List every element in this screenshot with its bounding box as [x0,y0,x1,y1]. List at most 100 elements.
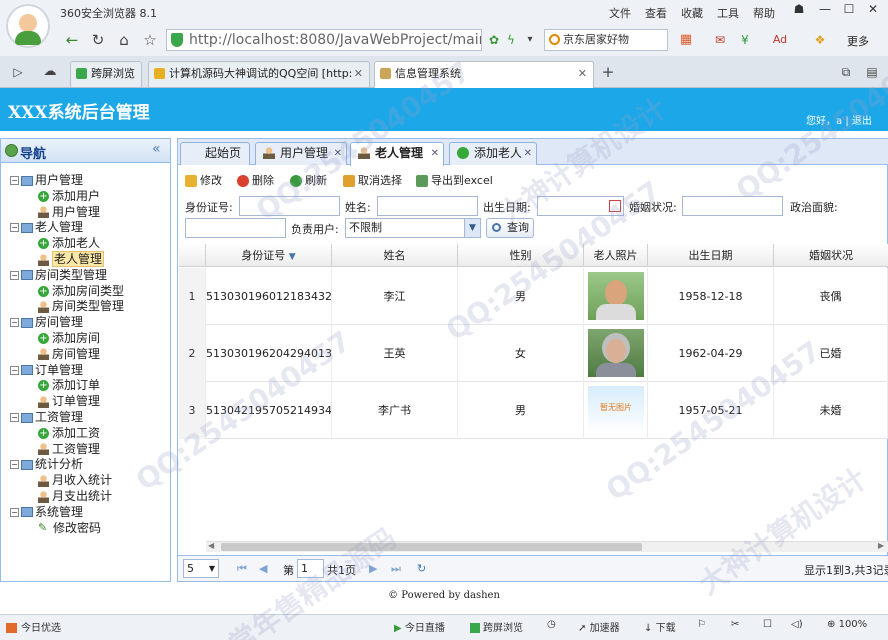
politics-input[interactable] [185,218,286,238]
browser-tab-active[interactable]: 信息管理系统 ✕ [374,61,594,88]
logout-link[interactable]: 退出 [852,116,872,127]
more-menu[interactable]: 更多 [847,33,869,49]
tab-close-icon[interactable]: ✕ [334,143,342,164]
status-accelerator[interactable]: ➚ 加速器 [578,619,620,634]
browser-tab-qq[interactable]: 计算机源码大神调试的QQ空间 [http: ✕ [148,61,370,87]
scroll-right-icon[interactable]: ▶ [878,541,884,550]
calendar-icon[interactable] [609,200,621,212]
nav-group[interactable]: − 房间类型管理 [10,267,107,283]
next-page-icon[interactable]: ▶ [369,562,377,575]
status-cross-screen[interactable]: 跨屏浏览 [470,619,523,634]
nav-item[interactable]: + 添加工资 [38,425,100,441]
tab-elder-manage[interactable]: 老人管理 ✕ [350,142,444,166]
prev-page-icon[interactable]: ◀ [259,562,267,575]
scroll-left-icon[interactable]: ◀ [208,541,214,550]
grid-header-id[interactable]: 身份证号 ▼ [206,244,332,267]
collapse-toggle-icon[interactable]: − [10,365,19,375]
status-zoom[interactable]: ⊕ 100% [827,619,867,630]
id-input[interactable] [239,196,340,216]
browser-tab-cross[interactable]: 跨屏浏览 [70,61,142,87]
status-screenshot-icon[interactable]: ✂ [731,619,739,630]
status-live[interactable]: ▶ 今日直播 [394,619,445,634]
grid-header-name[interactable]: 姓名 [332,244,458,267]
name-input[interactable] [377,196,478,216]
star-icon[interactable]: ☆ [140,30,160,50]
export-excel-button[interactable]: 导出到excel [416,173,493,189]
back-icon[interactable]: ← [62,30,82,50]
apps-icon[interactable]: ▦ [676,30,696,50]
collapse-toggle-icon[interactable]: − [10,318,19,328]
nav-group[interactable]: − 房间管理 [10,314,83,330]
nav-item[interactable]: 房间管理 [38,346,100,362]
reload-icon[interactable]: ↻ [88,30,108,50]
grid-header-marriage[interactable]: 婚姻状况 [774,244,888,267]
nav-item[interactable]: 老人管理 [38,251,105,267]
grid-header-photo[interactable]: 老人照片 [584,244,648,267]
tab-home[interactable]: 起始页 [180,142,250,165]
carer-select[interactable]: 不限制 ▼ [345,218,481,238]
lightning-icon[interactable]: ϟ [501,30,521,50]
tab-close-icon[interactable]: ✕ [524,143,532,164]
browser-avatar-icon[interactable] [6,4,50,48]
minimize-icon[interactable]: — [814,2,836,20]
status-volume-icon[interactable]: ◁) [791,619,803,630]
nav-group[interactable]: − 系统管理 [10,504,83,520]
refresh-button[interactable]: 刷新 [290,173,327,189]
nav-item[interactable]: 房间类型管理 [38,298,124,314]
collapse-toggle-icon[interactable]: − [10,270,19,280]
tab-list-icon[interactable]: ▤ [862,62,882,82]
collapse-toggle-icon[interactable]: − [10,176,19,185]
status-today-pick[interactable]: 今日优选 [6,619,61,634]
tab-add-elder[interactable]: 添加老人 ✕ [449,142,537,165]
nav-item[interactable]: + 添加老人 [38,235,100,251]
first-page-icon[interactable]: ⏮ [237,562,247,576]
last-page-icon[interactable]: ⏭ [391,562,401,576]
grid-header-birth[interactable]: 出生日期 [648,244,774,267]
cloud-icon[interactable]: ☁ [40,62,60,82]
status-window-icon[interactable]: ☐ [763,619,772,630]
page-number-input[interactable]: 1 [297,559,324,578]
nav-group[interactable]: − 工资管理 [10,409,83,425]
tab-close-icon[interactable]: ✕ [431,143,439,164]
nav-group[interactable]: − 老人管理 [10,219,83,235]
edit-button[interactable]: 修改 [185,173,222,189]
nav-item[interactable]: + 添加订单 [38,377,100,393]
collapse-toggle-icon[interactable]: − [10,507,19,517]
scrollbar-thumb[interactable] [221,543,642,551]
extension-icon[interactable]: ❖ [810,30,830,50]
marriage-input[interactable] [682,196,783,216]
search-input[interactable]: 京东居家好物 [544,29,668,51]
mail-icon[interactable]: ✉ [710,30,730,50]
nav-item[interactable]: ✎ 修改密码 [38,520,101,536]
skin-icon[interactable]: ☗ [788,2,810,20]
restore-tab-icon[interactable]: ⧉ [836,62,856,82]
nav-item[interactable]: 月收入统计 [38,472,112,488]
status-flag-icon[interactable]: ⚐ [697,619,706,630]
tab-user-manage[interactable]: 用户管理 ✕ [255,142,347,165]
nav-item[interactable]: 用户管理 [38,204,100,220]
collapse-toggle-icon[interactable]: − [10,413,19,422]
status-history-icon[interactable]: ◷ [547,619,556,630]
page-size-select[interactable]: 5 ▼ [183,559,219,578]
nav-item[interactable]: 月支出统计 [38,488,112,504]
delete-button[interactable]: 删除 [237,173,274,189]
nav-item[interactable]: + 添加用户 [38,188,100,204]
address-input[interactable]: http://localhost:8080/JavaWebProject/mai… [166,29,482,51]
money-icon[interactable]: ¥ [735,30,755,50]
deselect-button[interactable]: 取消选择 [343,173,402,189]
close-window-icon[interactable]: ✕ [862,2,884,20]
refresh-page-icon[interactable]: ↻ [417,562,426,575]
new-tab-icon[interactable]: + [598,62,618,82]
collapse-toggle-icon[interactable]: − [10,460,19,470]
nav-item[interactable]: + 添加房间类型 [38,283,124,299]
menu-help[interactable]: 帮助 [753,5,775,21]
nav-item[interactable]: + 添加房间 [38,330,100,346]
menu-file[interactable]: 文件 [609,5,631,21]
status-download[interactable]: ↓ 下载 [644,619,676,634]
nav-group[interactable]: − 统计分析 [10,456,83,472]
query-button[interactable]: 查询 [486,218,534,238]
nav-group[interactable]: − 订单管理 [10,362,83,378]
maximize-icon[interactable]: ☐ [838,2,860,20]
chevron-down-icon[interactable]: ▾ [520,30,540,50]
collapse-icon[interactable]: « [152,141,161,157]
